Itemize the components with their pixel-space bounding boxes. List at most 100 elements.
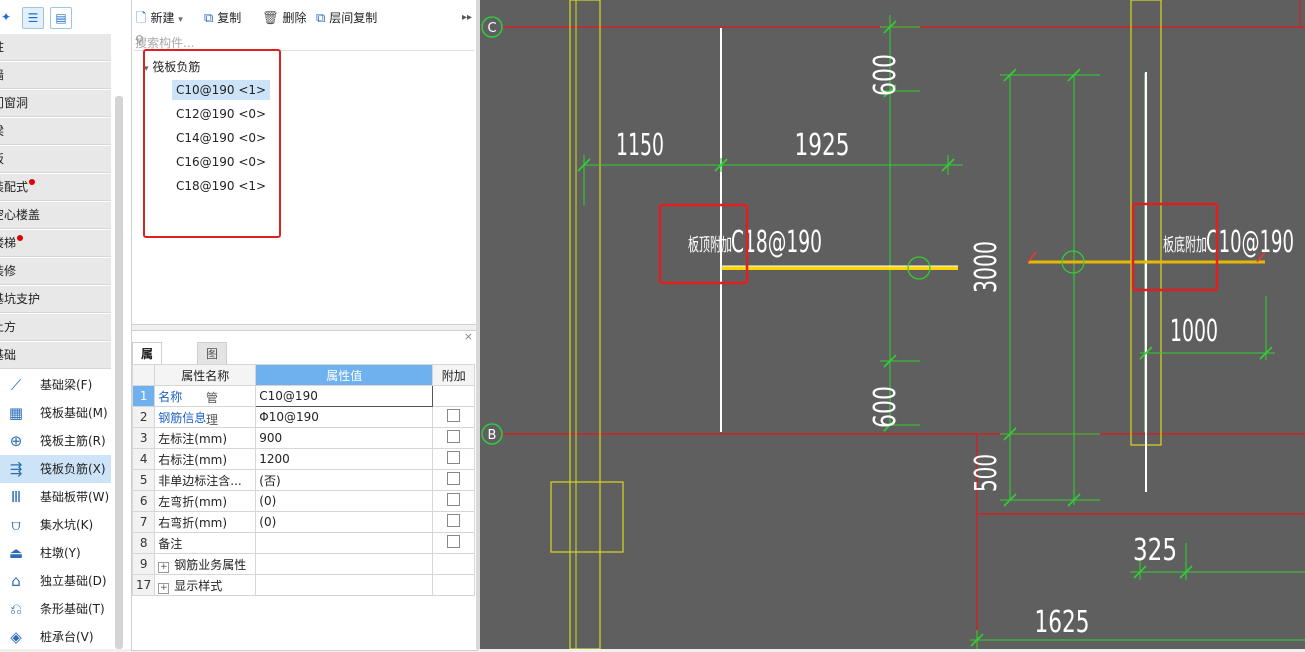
component-toolbar: 🗋 新建 ▾ ⧉ 复制 🗑 删除 ⧉ 层间复制 ▸▸ <box>132 6 477 30</box>
extra-checkbox[interactable] <box>447 451 461 464</box>
search-icon[interactable]: ⚲ <box>135 33 468 47</box>
nav-category[interactable]: 装修 <box>0 258 111 285</box>
nav-category[interactable]: 基础 <box>0 342 111 369</box>
label-bottom-add: 板底附加 <box>1163 235 1207 256</box>
tab-property-list[interactable]: 属性列表 <box>132 342 163 427</box>
nav-category[interactable]: 门窗洞 <box>0 90 111 117</box>
expand-plus-icon[interactable]: + <box>158 561 170 573</box>
property-name: 右标注(mm) <box>154 448 257 470</box>
left-navigation-panel: ✦ ☰ ▤ 柱墙门窗洞梁板装配式空心楼盖楼梯装修基坑支护土方基础 ⟋基础梁(F)… <box>0 0 132 649</box>
dim-325: 325 <box>1133 533 1177 568</box>
property-value[interactable]: 1200 <box>255 448 434 470</box>
extra-checkbox[interactable] <box>447 409 461 422</box>
nav-category[interactable]: 柱 <box>0 34 111 61</box>
isolated-footing-icon: ⌂ <box>11 572 21 590</box>
extra-checkbox[interactable] <box>447 430 461 443</box>
new-file-icon: 🗋 <box>136 11 147 26</box>
property-name: 非单边标注含... <box>154 469 257 491</box>
nav-item[interactable]: ⎌ 条形基础(T) <box>0 595 111 623</box>
nav-item[interactable]: ▦ 筏板基础(M) <box>0 399 111 427</box>
extra-cell <box>432 532 476 554</box>
property-value[interactable] <box>255 532 434 554</box>
nav-toolbar: ✦ ☰ ▤ <box>0 0 131 34</box>
extra-checkbox[interactable] <box>447 493 461 506</box>
property-row[interactable]: 7 右弯折(mm) (0) <box>131 511 476 533</box>
header-name: 属性名称 <box>154 364 257 386</box>
property-row[interactable]: 17 + 显示样式 <box>131 574 476 596</box>
detail-view-icon[interactable]: ▤ <box>50 7 72 29</box>
nav-item[interactable]: ⏏ 柱墩(Y) <box>0 539 111 567</box>
nav-item[interactable]: ⊕ 筏板主筋(R) <box>0 427 111 455</box>
cad-drawing-canvas[interactable]: C B 600 1150 1925 3000 600 500 1000 325 … <box>480 0 1305 650</box>
dim-600-bottom: 600 <box>868 386 903 428</box>
dimension-text: 600 1150 1925 3000 600 500 1000 325 1625 <box>616 54 1218 640</box>
property-value[interactable]: (0) <box>255 490 434 512</box>
extra-checkbox[interactable] <box>447 472 461 485</box>
delete-button[interactable]: 🗑 删除 <box>262 9 307 27</box>
nav-category[interactable]: 装配式 <box>0 174 111 201</box>
copy-button[interactable]: ⧉ 复制 <box>204 9 241 27</box>
nav-category[interactable]: 板 <box>0 146 111 173</box>
property-row[interactable]: 5 非单边标注含... (否) <box>131 469 476 491</box>
property-row[interactable]: 4 右标注(mm) 1200 <box>131 448 476 470</box>
row-index: 9 <box>131 553 156 575</box>
row-index: 3 <box>131 427 156 449</box>
extra-checkbox[interactable] <box>447 514 461 527</box>
extra-checkbox[interactable] <box>447 535 461 548</box>
nav-category[interactable]: 基坑支护 <box>0 286 111 313</box>
nav-scrollbar[interactable] <box>115 96 123 649</box>
property-value[interactable]: (否) <box>255 469 434 491</box>
axis-b-label: B <box>488 428 497 443</box>
row-index: 7 <box>131 511 156 533</box>
property-value[interactable]: C10@190 <box>255 385 434 407</box>
property-value[interactable]: (0) <box>255 511 434 533</box>
dim-1150: 1150 <box>616 128 664 163</box>
nav-item[interactable]: ⟋ 基础梁(F) <box>0 371 111 399</box>
expand-plus-icon[interactable]: + <box>158 582 170 594</box>
property-name: 名称 <box>154 385 257 407</box>
pile-cap-icon: ◈ <box>10 628 22 646</box>
raft-negative-rebar-icon: ⇶ <box>9 460 23 478</box>
property-value[interactable]: 900 <box>255 427 434 449</box>
property-row[interactable]: 3 左标注(mm) 900 <box>131 427 476 449</box>
nav-item[interactable]: ◈ 桩承台(V) <box>0 623 111 649</box>
row-index: 5 <box>131 469 156 491</box>
property-row[interactable]: 9 + 钢筋业务属性 <box>131 553 476 575</box>
property-row[interactable]: 1 名称 C10@190 <box>131 385 476 407</box>
dim-600-top: 600 <box>868 54 903 96</box>
dim-1925: 1925 <box>795 128 850 163</box>
nav-category[interactable]: 空心楼盖 <box>0 202 111 229</box>
nav-category[interactable]: 墙 <box>0 62 111 89</box>
notification-dot-icon <box>29 179 36 185</box>
header-index <box>131 364 156 386</box>
nav-item[interactable]: ⩌ 集水坑(K) <box>0 511 111 539</box>
property-value[interactable]: Φ10@190 <box>255 406 434 428</box>
new-star-icon[interactable]: ✦ <box>0 7 16 27</box>
floor-copy-button[interactable]: ⧉ 层间复制 <box>316 9 377 27</box>
nav-item[interactable]: ⇶ 筏板负筋(X) <box>0 455 111 483</box>
new-button[interactable]: 🗋 新建 ▾ <box>136 9 183 27</box>
tab-layer-manager[interactable]: 图层管理 <box>197 342 228 427</box>
row-index: 8 <box>131 532 156 554</box>
more-chevron-icon[interactable]: ▸▸ <box>462 9 472 27</box>
property-value[interactable] <box>255 574 434 596</box>
nav-item[interactable]: ⌂ 独立基础(D) <box>0 567 111 595</box>
extra-cell <box>432 490 476 512</box>
nav-category[interactable]: 楼梯 <box>0 230 111 257</box>
close-icon[interactable]: × <box>464 330 473 343</box>
property-value[interactable] <box>255 553 434 575</box>
extra-cell <box>432 511 476 533</box>
extra-cell <box>432 574 476 596</box>
cad-svg[interactable]: C B 600 1150 1925 3000 600 500 1000 325 … <box>480 0 1305 650</box>
dim-3000: 3000 <box>969 241 1004 293</box>
nav-category[interactable]: 土方 <box>0 314 111 341</box>
property-row[interactable]: 2 钢筋信息 Φ10@190 <box>131 406 476 428</box>
list-view-icon[interactable]: ☰ <box>22 7 44 29</box>
nav-item[interactable]: Ⅲ 基础板带(W) <box>0 483 111 511</box>
header-extra: 附加 <box>432 364 476 386</box>
row-index: 2 <box>131 406 156 428</box>
property-row[interactable]: 8 备注 <box>131 532 476 554</box>
nav-category[interactable]: 梁 <box>0 118 111 145</box>
property-row[interactable]: 6 左弯折(mm) (0) <box>131 490 476 512</box>
dim-1625: 1625 <box>1035 605 1090 640</box>
